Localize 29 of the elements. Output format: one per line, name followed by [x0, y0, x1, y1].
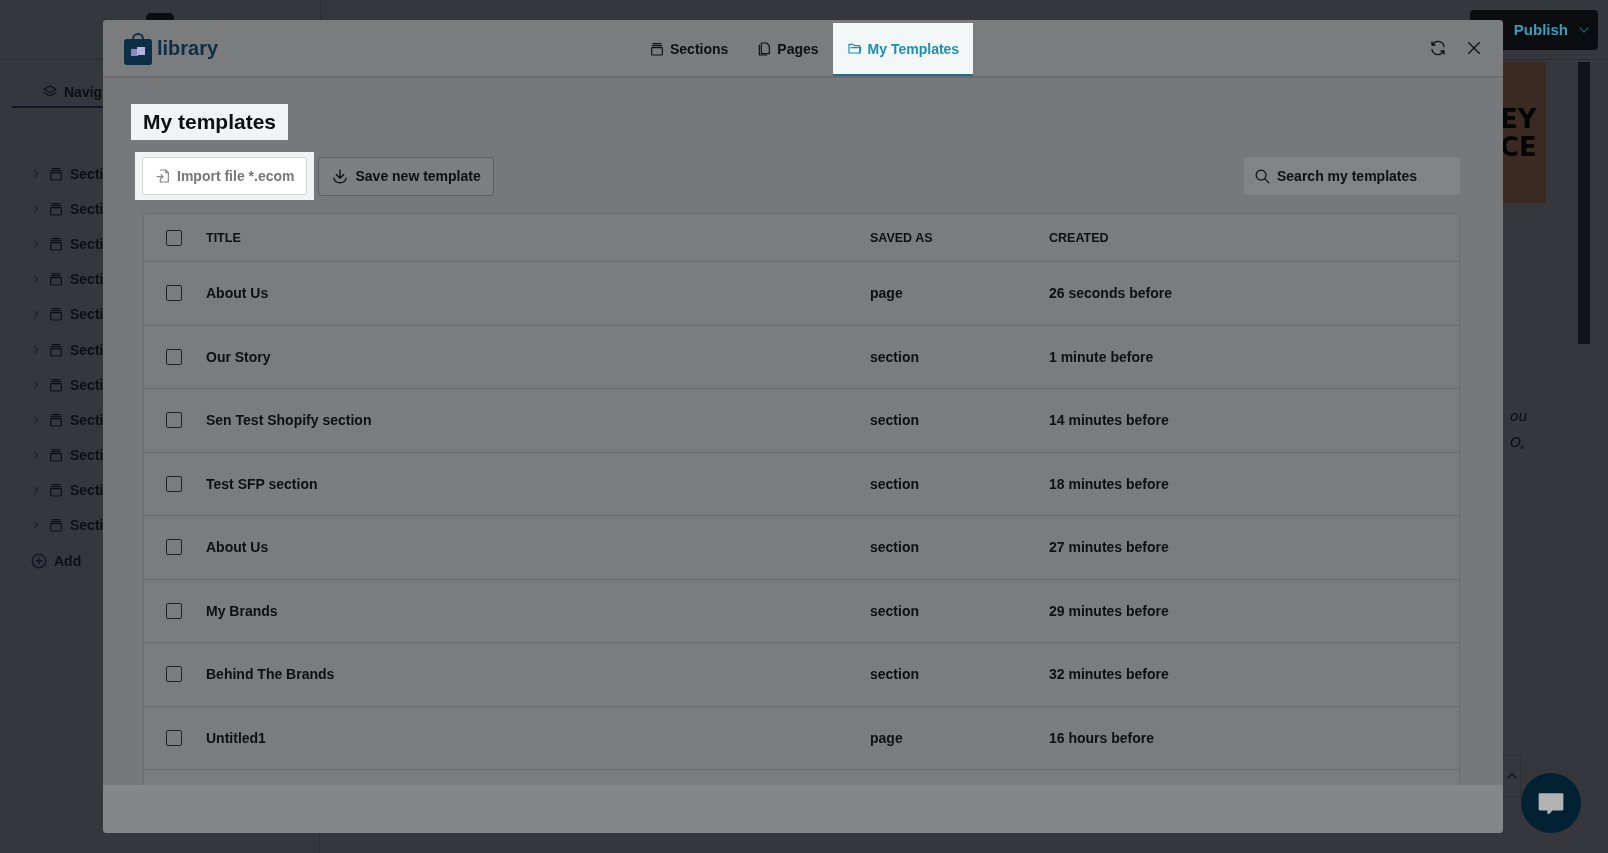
- created-cell-text: 18 minutes before: [1049, 475, 1170, 492]
- column-header: TITLE: [206, 230, 242, 245]
- template-title: About Us: [206, 539, 270, 556]
- saved-as-cell-text: section: [870, 539, 920, 556]
- dialog-heading: My templates: [131, 104, 289, 140]
- saved-as-cell-text: page: [870, 729, 904, 746]
- template-title: Behind The Brands: [206, 666, 336, 683]
- saved-as-cell-text: section: [870, 412, 920, 429]
- created-cell-text: 26 seconds before: [1049, 285, 1173, 302]
- template-title: Test SFP section: [206, 475, 319, 492]
- library-logo-text: library: [157, 36, 219, 60]
- created-cell-text: 16 hours before: [1049, 729, 1156, 746]
- saved-as-cell-text: section: [870, 602, 920, 619]
- saved-as-cell-text: section: [870, 475, 920, 492]
- template-title: About Us: [206, 285, 270, 302]
- created-cell-text: 27 minutes before: [1049, 539, 1170, 556]
- created-cell-text: 32 minutes before: [1049, 666, 1170, 683]
- template-title: Untitled1: [206, 729, 267, 746]
- saved-as-cell-text: page: [870, 285, 904, 302]
- saved-as-cell-text: section: [870, 348, 920, 365]
- template-title: Sen Test Shopify section: [206, 412, 373, 429]
- template-title: Our Story: [206, 348, 272, 365]
- template-title: My Brands: [206, 602, 279, 619]
- column-header: CREATED: [1049, 230, 1110, 245]
- column-header: SAVED AS: [870, 230, 934, 245]
- created-cell-text: 29 minutes before: [1049, 602, 1170, 619]
- created-cell-text: 14 minutes before: [1049, 412, 1170, 429]
- created-cell-text: 1 minute before: [1049, 348, 1155, 365]
- saved-as-cell-text: section: [870, 666, 920, 683]
